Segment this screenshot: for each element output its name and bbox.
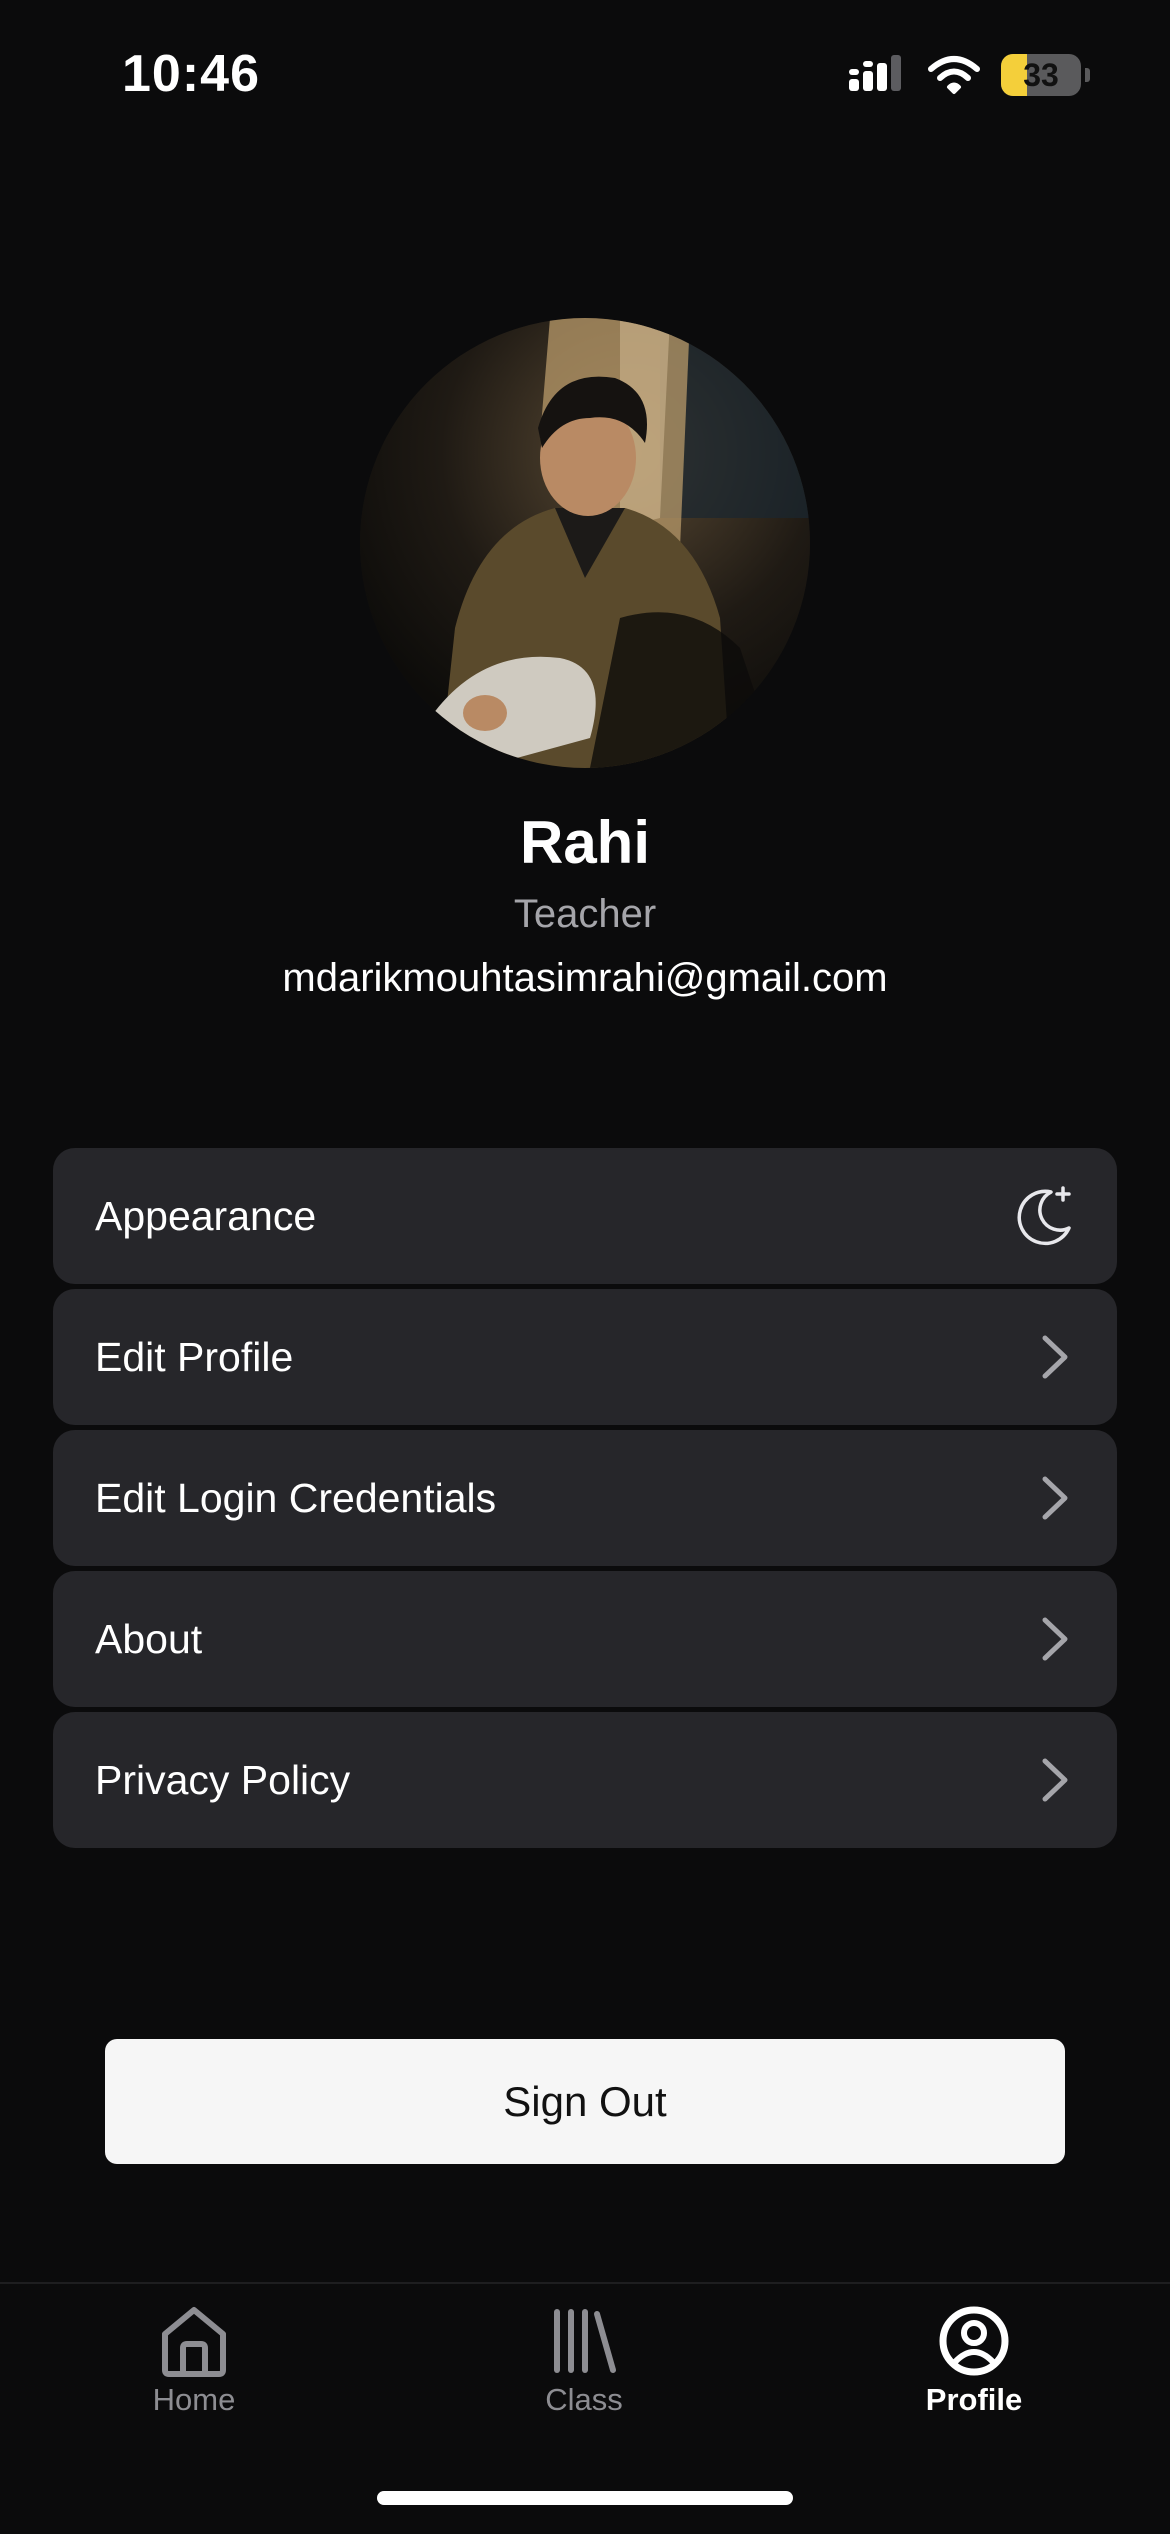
tab-label: Class <box>545 2382 623 2417</box>
wifi-icon <box>928 56 980 94</box>
person-circle-icon <box>939 2306 1009 2376</box>
settings-menu: Appearance Edit Profile Edit Login Crede… <box>53 1148 1117 1853</box>
status-bar: 10:46 33 <box>0 0 1170 150</box>
menu-item-appearance[interactable]: Appearance <box>53 1148 1117 1284</box>
home-indicator[interactable] <box>377 2491 793 2505</box>
moon-icon <box>1011 1184 1075 1248</box>
menu-item-privacy-policy[interactable]: Privacy Policy <box>53 1712 1117 1848</box>
tab-class[interactable]: Class <box>484 2304 684 2418</box>
chevron-right-icon <box>1035 1614 1075 1664</box>
status-time: 10:46 <box>122 45 260 103</box>
tab-label: Profile <box>925 2382 1023 2417</box>
library-icon <box>554 2309 616 2373</box>
tab-profile[interactable]: Profile <box>874 2304 1074 2418</box>
cellular-signal-icon <box>849 55 901 91</box>
menu-item-label: Edit Profile <box>95 1333 294 1380</box>
chevron-right-icon <box>1035 1755 1075 1805</box>
home-icon <box>162 2307 226 2377</box>
profile-role: Teacher <box>513 892 657 936</box>
avatar[interactable] <box>360 318 810 768</box>
menu-item-about[interactable]: About <box>53 1571 1117 1707</box>
profile-name: Rahi <box>519 809 651 876</box>
tab-home[interactable]: Home <box>94 2304 294 2418</box>
menu-item-label: Privacy Policy <box>95 1756 351 1803</box>
tab-label: Home <box>152 2382 236 2417</box>
menu-item-label: Edit Login Credentials <box>95 1474 497 1521</box>
menu-item-edit-login-credentials[interactable]: Edit Login Credentials <box>53 1430 1117 1566</box>
profile-email: mdarikmouhtasimrahi@gmail.com <box>282 956 888 1000</box>
chevron-right-icon <box>1035 1332 1075 1382</box>
menu-item-label: Appearance <box>95 1192 317 1239</box>
avatar-photo <box>360 318 810 768</box>
battery-icon: 33 <box>1001 54 1081 96</box>
menu-item-label: About <box>95 1615 203 1662</box>
status-icons: 33 <box>847 54 1090 96</box>
battery-cap <box>1085 68 1090 82</box>
chevron-right-icon <box>1035 1473 1075 1523</box>
battery-level: 33 <box>1023 56 1059 93</box>
menu-item-edit-profile[interactable]: Edit Profile <box>53 1289 1117 1425</box>
sign-out-button[interactable]: Sign Out <box>105 2039 1065 2164</box>
